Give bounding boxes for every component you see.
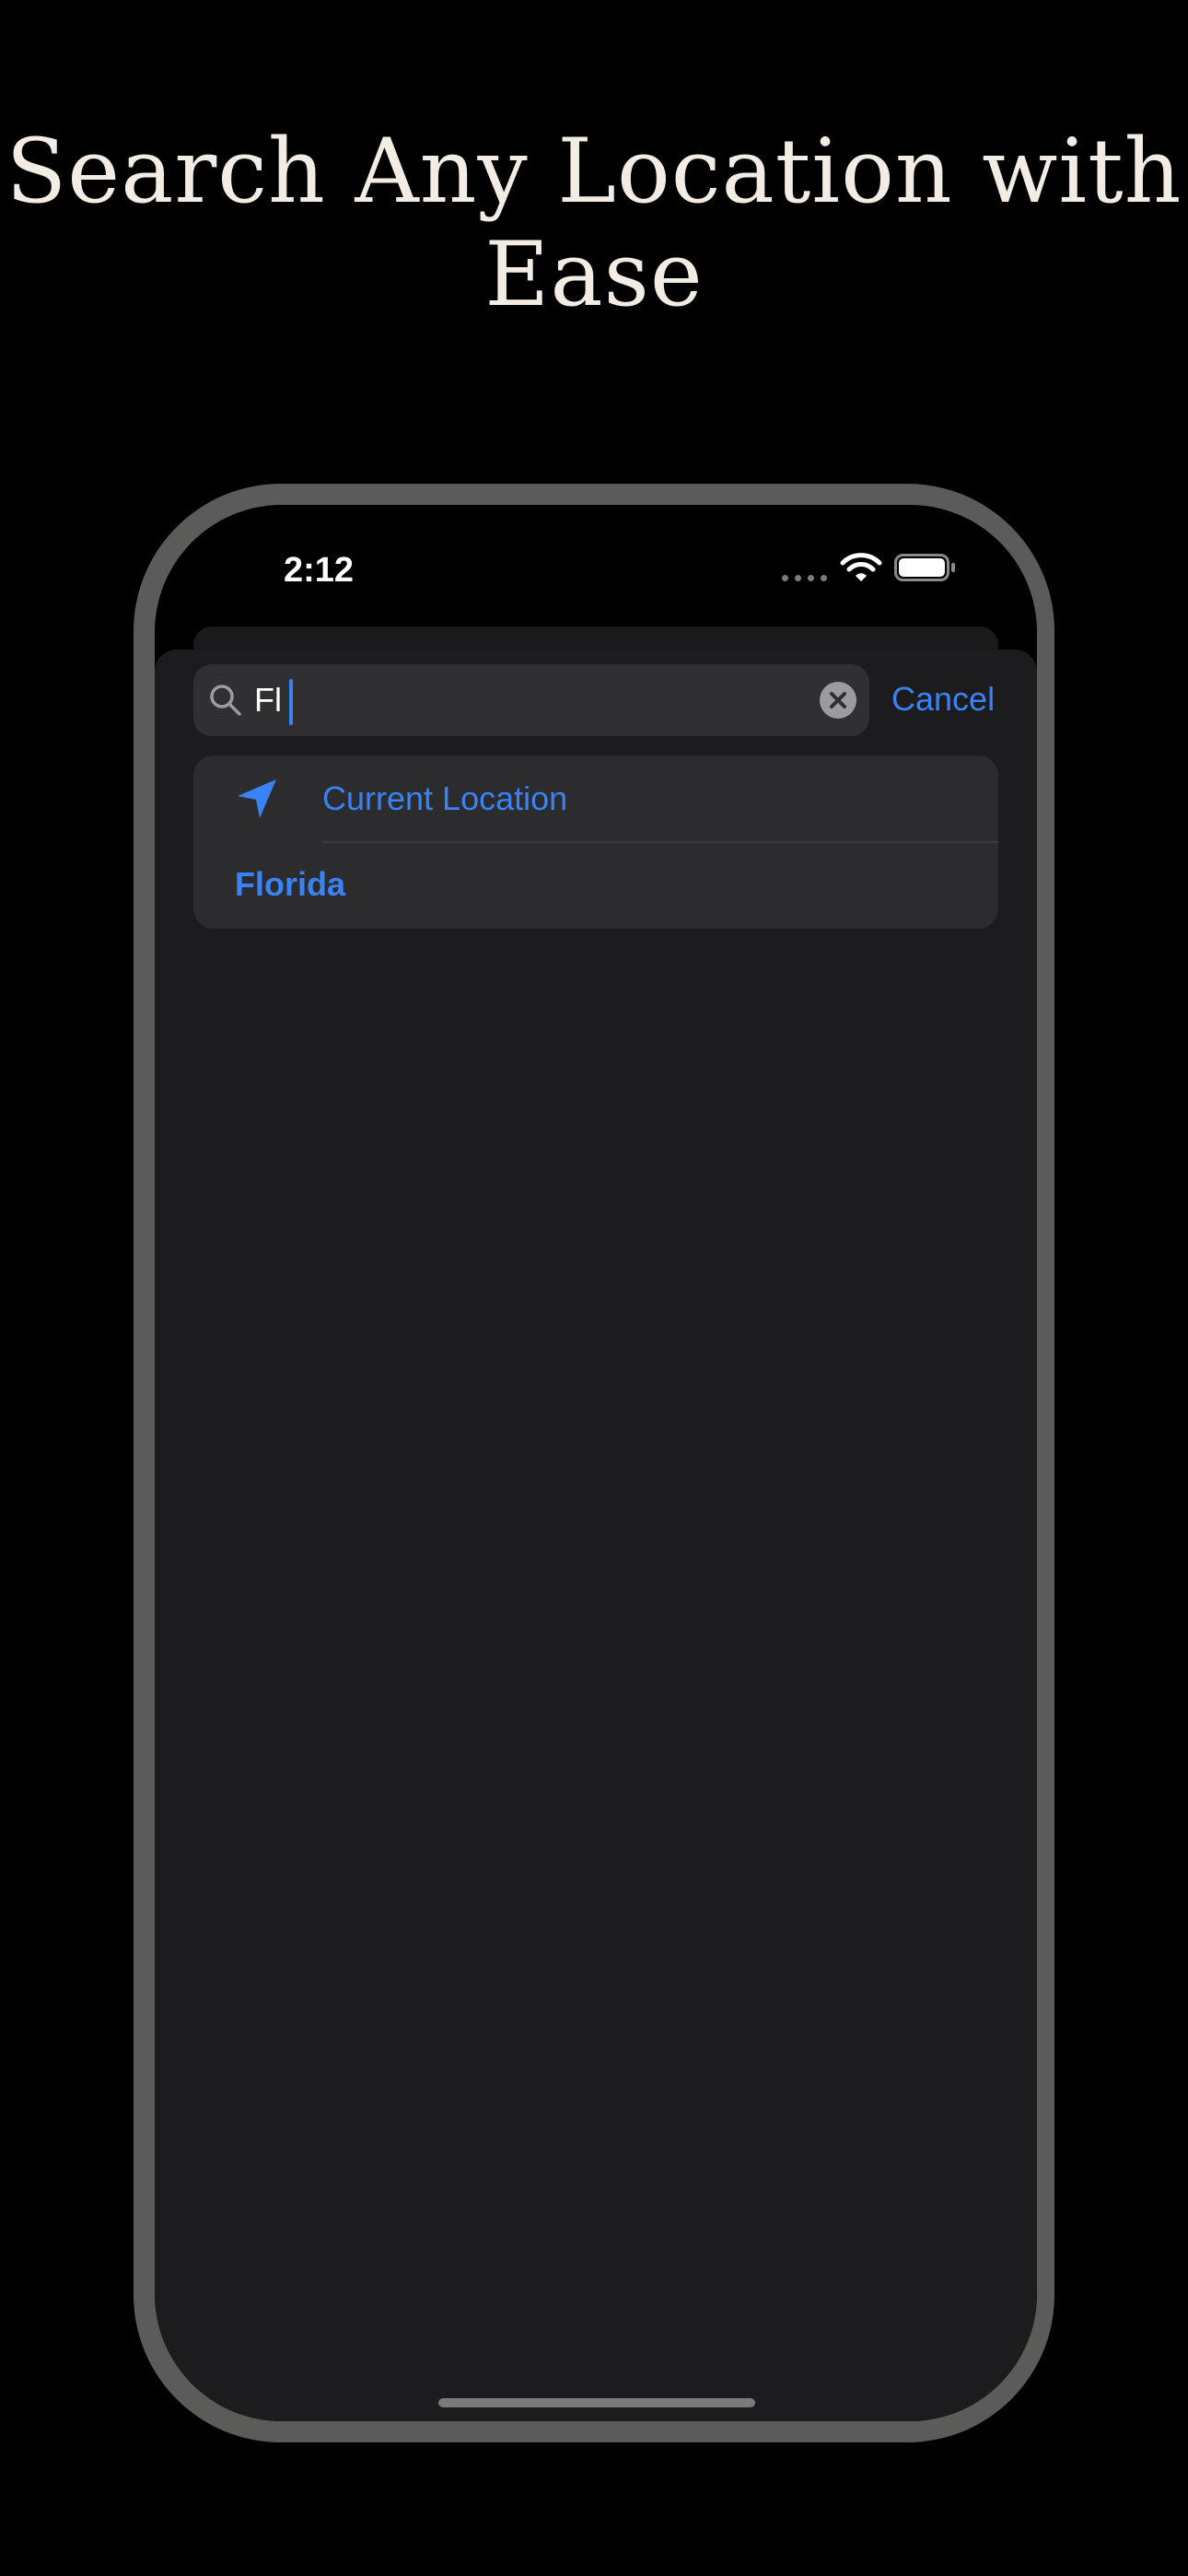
battery-icon xyxy=(894,554,955,581)
search-input[interactable]: Fl xyxy=(254,679,293,726)
promo-headline-line-2: Ease xyxy=(484,223,704,326)
cancel-button[interactable]: Cancel xyxy=(891,678,995,720)
search-icon xyxy=(210,685,241,716)
device-screen: 2:12 Fl Cancel Current Location Florida xyxy=(155,505,1037,2421)
status-time: 2:12 xyxy=(284,551,355,590)
wifi-icon xyxy=(840,553,882,581)
result-label-florida: Florida xyxy=(235,865,346,903)
home-indicator[interactable] xyxy=(438,2398,755,2407)
search-input-text: Fl xyxy=(254,681,282,719)
text-caret xyxy=(289,679,293,726)
location-arrow-icon xyxy=(238,779,276,818)
current-location-label: Current Location xyxy=(322,779,568,817)
signal-dots-icon xyxy=(782,575,832,581)
promo-headline: Search Any Location with Ease xyxy=(0,120,1188,326)
promo-headline-line-1: Search Any Location with xyxy=(6,120,1182,223)
clear-icon[interactable] xyxy=(820,682,856,719)
search-field[interactable]: Fl xyxy=(193,664,869,736)
search-results: Current Location Florida xyxy=(193,755,998,929)
list-item[interactable]: Florida xyxy=(193,843,998,929)
current-location-row[interactable]: Current Location xyxy=(193,755,998,842)
